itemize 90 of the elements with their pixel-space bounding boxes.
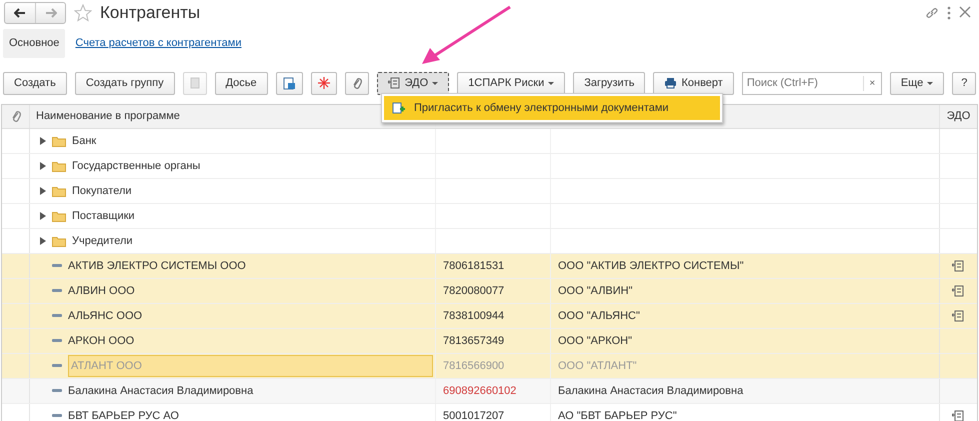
caret-icon — [432, 82, 438, 84]
clear-search-button[interactable]: × — [862, 76, 881, 90]
dropdown-button[interactable]: ЭДО — [376, 72, 450, 94]
caret-icon — [927, 82, 934, 84]
paperclip-icon — [352, 76, 362, 90]
expand-triangle-icon[interactable] — [40, 137, 46, 145]
toolbar-button[interactable] — [310, 72, 337, 94]
link-icon[interactable] — [925, 6, 939, 20]
dropdown-button[interactable]: 1СПАРК Риски — [457, 72, 566, 94]
document-invite-icon — [392, 102, 406, 114]
expand-triangle-icon[interactable] — [40, 212, 46, 220]
folder-icon — [52, 136, 66, 146]
toolbar-button[interactable]: Загрузить — [573, 72, 646, 94]
document-exchange-icon — [952, 285, 965, 297]
document-exchange-icon — [952, 310, 965, 322]
dropdown-button[interactable]: Еще — [890, 72, 944, 94]
inn-cell-text: 7820080077 — [443, 284, 504, 299]
table-row[interactable]: АРКОН ООО 7813657349 ООО "АРКОН" — [2, 329, 977, 354]
toolbar-button[interactable]: ? — [952, 72, 976, 94]
name-cell-text: АЛЬЯНС ООО — [68, 308, 142, 324]
inn-cell-text: 7806181531 — [443, 258, 504, 274]
inn-cell-text: 7838100944 — [443, 308, 504, 324]
toolbar-button[interactable] — [276, 72, 303, 94]
printer-icon — [664, 77, 678, 89]
toolbar-button[interactable] — [344, 72, 369, 94]
folder-icon — [52, 236, 66, 246]
document-exchange-icon — [388, 77, 401, 89]
menu-item-label: Пригласить к обмену электронными документами — [414, 100, 669, 116]
close-icon[interactable] — [959, 6, 971, 18]
more-options-icon[interactable] — [947, 6, 951, 20]
folder-icon — [52, 186, 66, 196]
toolbar-button[interactable]: Досье — [214, 72, 268, 94]
name-cell-text: АЛВИН ООО — [68, 284, 135, 299]
caret-icon — [548, 82, 554, 84]
document-exchange-icon — [952, 410, 965, 421]
column-header[interactable]: ЭДО — [946, 108, 970, 125]
full-name-cell-text: ООО "АРКОН" — [558, 334, 632, 349]
report-icon — [282, 76, 296, 90]
group-name: Покупатели — [72, 184, 132, 199]
tab-link[interactable]: Счета расчетов с контрагентами — [69, 29, 248, 58]
name-cell-text: АРКОН ООО — [68, 334, 134, 349]
expand-triangle-icon[interactable] — [40, 162, 46, 170]
menu-item[interactable]: Пригласить к обмену электронными документами — [384, 96, 720, 120]
inn-cell-text: 690892660102 — [443, 384, 516, 399]
inn-cell-text: 7816566900 — [443, 358, 504, 374]
tab[interactable]: Основное — [3, 29, 66, 58]
document-exchange-icon — [952, 260, 965, 272]
star-icon[interactable] — [74, 4, 92, 22]
name-cell-text: АКТИВ ЭЛЕКТРО СИСТЕМЫ ООО — [68, 258, 246, 274]
column-header[interactable]: Наименование в программе — [36, 108, 180, 125]
full-name-cell-text: ООО "АКТИВ ЭЛЕКТРО СИСТЕМЫ" — [558, 258, 744, 274]
full-name-cell-text: ООО "АЛВИН" — [558, 284, 633, 299]
table-row[interactable]: АЛЬЯНС ООО 7838100944 ООО "АЛЬЯНС" — [2, 304, 977, 329]
group-name: Банк — [72, 134, 96, 149]
item-dash-icon — [52, 264, 62, 268]
toolbar-button[interactable]: Создать группу — [74, 72, 175, 94]
item-dash-icon — [52, 339, 62, 343]
full-name-cell-text: ООО "АЛЬЯНС" — [558, 308, 640, 324]
folder-icon — [52, 210, 66, 222]
item-dash-icon — [52, 314, 62, 318]
name-cell-text: Балакина Анастасия Владимировна — [68, 384, 254, 399]
search-field[interactable]: Поиск (Ctrl+F) × — [742, 72, 882, 94]
toolbar-button[interactable]: Конверт — [653, 72, 734, 94]
document-icon — [190, 77, 200, 89]
expand-triangle-icon[interactable] — [40, 187, 46, 195]
item-dash-icon — [52, 289, 62, 293]
back-arrow-icon — [14, 8, 26, 18]
group-name: Поставщики — [72, 208, 135, 224]
full-name-cell-text: Балакина Анастасия Владимировна — [558, 384, 744, 399]
inn-cell-text: 5001017207 — [443, 408, 504, 421]
group-name: Государственные органы — [72, 158, 200, 174]
full-name-cell-text: АО "БВТ БАРЬЕР РУС" — [558, 408, 677, 421]
inn-cell-text: 7813657349 — [443, 334, 504, 349]
window-title: Контрагенты — [100, 2, 200, 24]
paperclip-icon — [10, 110, 20, 123]
table-row[interactable]: Балакина Анастасия Владимировна 690892660102 Балакина Анастасия Владимировна — [2, 379, 977, 404]
full-name-cell-text: ООО "АТЛАНТ" — [558, 358, 637, 374]
table-row[interactable]: АКТИВ ЭЛЕКТРО СИСТЕМЫ ООО 7806181531 ООО "АКТИВ ЭЛЕКТРО СИСТЕМЫ" — [2, 254, 977, 279]
name-cell-text: БВТ БАРЬЕР РУС АО — [68, 408, 179, 421]
folder-icon — [52, 160, 66, 172]
forward-arrow-icon — [44, 8, 56, 18]
table-row[interactable]: АЛВИН ООО 7820080077 ООО "АЛВИН" — [2, 279, 977, 304]
item-dash-icon — [52, 414, 62, 418]
table-row[interactable]: БВТ БАРЬЕР РУС АО 5001017207 АО "БВТ БАРЬЕР РУС" — [2, 404, 977, 421]
toolbar-button[interactable]: Создать — [3, 72, 67, 94]
expand-triangle-icon[interactable] — [40, 237, 46, 245]
group-name: Учредители — [72, 234, 133, 249]
spark-icon — [318, 77, 330, 89]
item-dash-icon — [52, 389, 62, 393]
item-dash-icon — [52, 364, 62, 368]
